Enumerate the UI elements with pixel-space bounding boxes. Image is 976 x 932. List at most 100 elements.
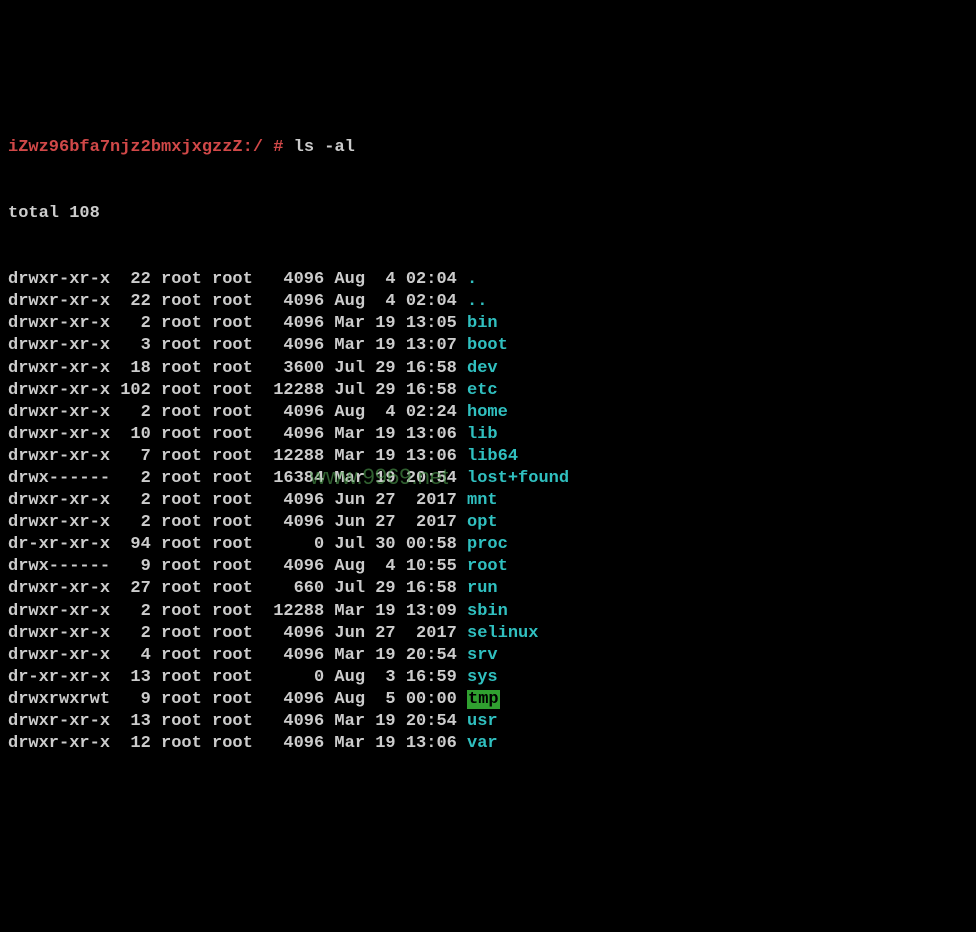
file-row: drwxr-xr-x3 rootroot4096 Mar 19 13:07boo…	[8, 335, 968, 357]
col-group: root	[212, 358, 263, 380]
col-date: Mar 19 13:07	[334, 335, 467, 357]
col-name: lib64	[467, 447, 518, 466]
col-name: lib	[467, 425, 498, 444]
col-date: Aug 3 16:59	[334, 667, 467, 689]
terminal-output[interactable]: iZwz96bfa7njz2bmxjxgzzZ:/ # ls -al total…	[8, 92, 968, 777]
col-links: 102	[110, 380, 151, 402]
col-permissions: drwxr-xr-x	[8, 645, 110, 667]
col-owner: root	[161, 291, 212, 313]
col-date: Mar 19 13:09	[334, 601, 467, 623]
file-listing: drwxr-xr-x22 rootroot4096 Aug 4 02:04.dr…	[8, 269, 968, 755]
col-permissions: drwxrwxrwt	[8, 689, 110, 711]
col-size: 4096	[263, 556, 324, 578]
col-name: run	[467, 579, 498, 598]
col-owner: root	[161, 424, 212, 446]
col-links: 13	[110, 711, 151, 733]
file-row: drwxr-xr-x27 rootroot660 Jul 29 16:58run	[8, 578, 968, 600]
col-owner: root	[161, 689, 212, 711]
file-row: drwxr-xr-x13 rootroot4096 Mar 19 20:54us…	[8, 711, 968, 733]
col-owner: root	[161, 468, 212, 490]
file-row: drwxrwxrwt9 rootroot4096 Aug 5 00:00tmp	[8, 689, 968, 711]
col-permissions: drwxr-xr-x	[8, 490, 110, 512]
col-owner: root	[161, 313, 212, 335]
col-name: lost+found	[467, 469, 569, 488]
col-owner: root	[161, 711, 212, 733]
col-date: Jul 29 16:58	[334, 380, 467, 402]
col-group: root	[212, 313, 263, 335]
col-group: root	[212, 424, 263, 446]
col-size: 4096	[263, 269, 324, 291]
col-links: 2	[110, 601, 151, 623]
col-owner: root	[161, 512, 212, 534]
col-name: tmp	[467, 690, 500, 709]
col-permissions: drwxr-xr-x	[8, 402, 110, 424]
col-group: root	[212, 667, 263, 689]
col-permissions: drwxr-xr-x	[8, 291, 110, 313]
col-links: 10	[110, 424, 151, 446]
col-links: 2	[110, 512, 151, 534]
col-date: Jun 27 2017	[334, 623, 467, 645]
col-owner: root	[161, 733, 212, 755]
col-size: 4096	[263, 645, 324, 667]
col-links: 27	[110, 578, 151, 600]
file-row: drwxr-xr-x4 rootroot4096 Mar 19 20:54srv	[8, 645, 968, 667]
col-date: Mar 19 13:05	[334, 313, 467, 335]
file-row: dr-xr-xr-x94 rootroot0 Jul 30 00:58proc	[8, 534, 968, 556]
col-date: Aug 4 10:55	[334, 556, 467, 578]
shell-prompt: iZwz96bfa7njz2bmxjxgzzZ:/ #	[8, 138, 294, 157]
col-links: 18	[110, 358, 151, 380]
col-size: 4096	[263, 623, 324, 645]
col-permissions: drwxr-xr-x	[8, 446, 110, 468]
col-owner: root	[161, 402, 212, 424]
col-size: 4096	[263, 490, 324, 512]
col-size: 4096	[263, 424, 324, 446]
command-text: ls -al	[294, 138, 355, 157]
col-owner: root	[161, 534, 212, 556]
col-links: 4	[110, 645, 151, 667]
col-size: 4096	[263, 711, 324, 733]
file-row: drwxr-xr-x2 rootroot4096 Jun 27 2017mnt	[8, 490, 968, 512]
file-row: drwxr-xr-x2 rootroot4096 Jun 27 2017seli…	[8, 623, 968, 645]
col-owner: root	[161, 601, 212, 623]
col-name: sbin	[467, 602, 508, 621]
col-links: 9	[110, 556, 151, 578]
col-size: 4096	[263, 512, 324, 534]
col-group: root	[212, 534, 263, 556]
col-date: Mar 19 20:54	[334, 711, 467, 733]
col-name: srv	[467, 646, 498, 665]
col-links: 22	[110, 269, 151, 291]
col-permissions: drwxr-xr-x	[8, 733, 110, 755]
file-row: drwxr-xr-x7 rootroot12288 Mar 19 13:06li…	[8, 446, 968, 468]
col-name: opt	[467, 513, 498, 532]
col-group: root	[212, 645, 263, 667]
col-size: 4096	[263, 689, 324, 711]
col-links: 22	[110, 291, 151, 313]
col-group: root	[212, 490, 263, 512]
file-row: drwxr-xr-x2 rootroot4096 Jun 27 2017opt	[8, 512, 968, 534]
col-permissions: drwxr-xr-x	[8, 512, 110, 534]
col-permissions: dr-xr-xr-x	[8, 667, 110, 689]
col-owner: root	[161, 335, 212, 357]
col-size: 0	[263, 534, 324, 556]
col-name: var	[467, 734, 498, 753]
col-date: Aug 4 02:04	[334, 291, 467, 313]
col-group: root	[212, 689, 263, 711]
col-permissions: drwxr-xr-x	[8, 380, 110, 402]
file-row: drwxr-xr-x2 rootroot4096 Aug 4 02:24home	[8, 402, 968, 424]
col-date: Jul 29 16:58	[334, 358, 467, 380]
col-date: Mar 19 13:06	[334, 424, 467, 446]
col-permissions: drwxr-xr-x	[8, 601, 110, 623]
col-name: selinux	[467, 624, 538, 643]
col-permissions: drwx------	[8, 556, 110, 578]
col-size: 12288	[263, 601, 324, 623]
col-name: bin	[467, 314, 498, 333]
col-permissions: drwxr-xr-x	[8, 335, 110, 357]
file-row: drwx------9 rootroot4096 Aug 4 10:55root	[8, 556, 968, 578]
col-links: 2	[110, 623, 151, 645]
col-group: root	[212, 512, 263, 534]
col-permissions: drwxr-xr-x	[8, 578, 110, 600]
col-date: Jun 27 2017	[334, 512, 467, 534]
col-size: 4096	[263, 402, 324, 424]
col-name: usr	[467, 712, 498, 731]
file-row: dr-xr-xr-x13 rootroot0 Aug 3 16:59sys	[8, 667, 968, 689]
